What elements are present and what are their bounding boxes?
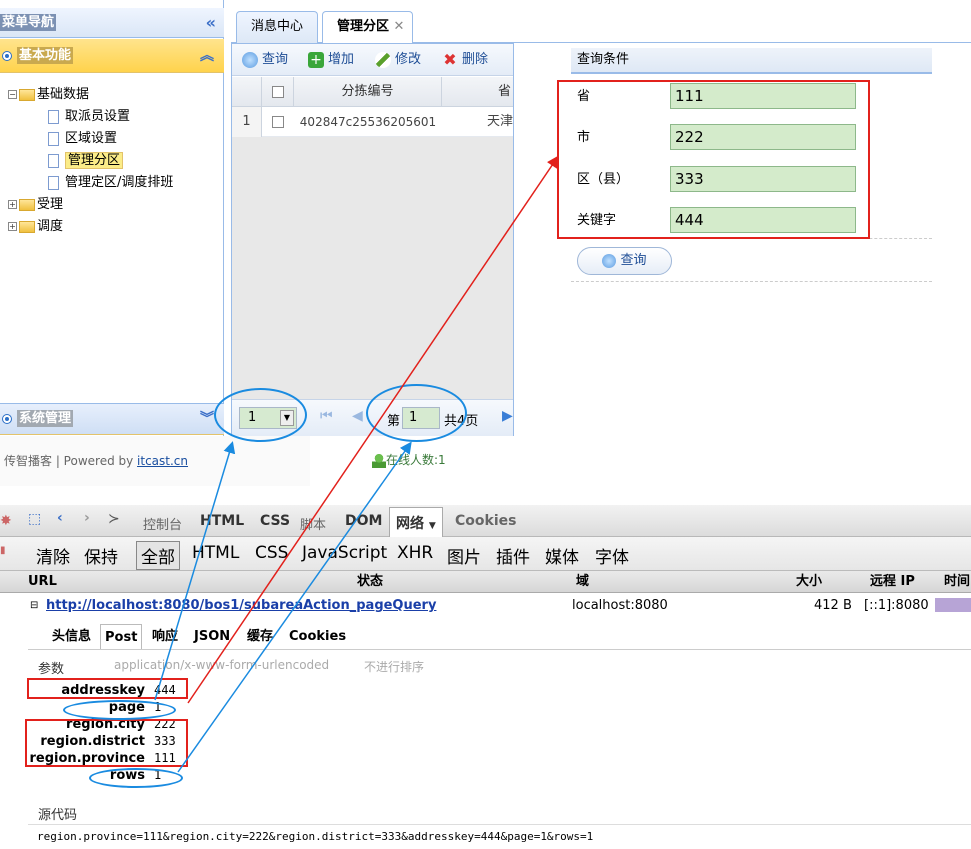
- arrow-blue-page-size: [154, 441, 236, 701]
- annotation-arrows: [154, 155, 559, 773]
- arrow-blue-page-number: [177, 441, 412, 773]
- arrow-red-params-to-form: [187, 155, 559, 704]
